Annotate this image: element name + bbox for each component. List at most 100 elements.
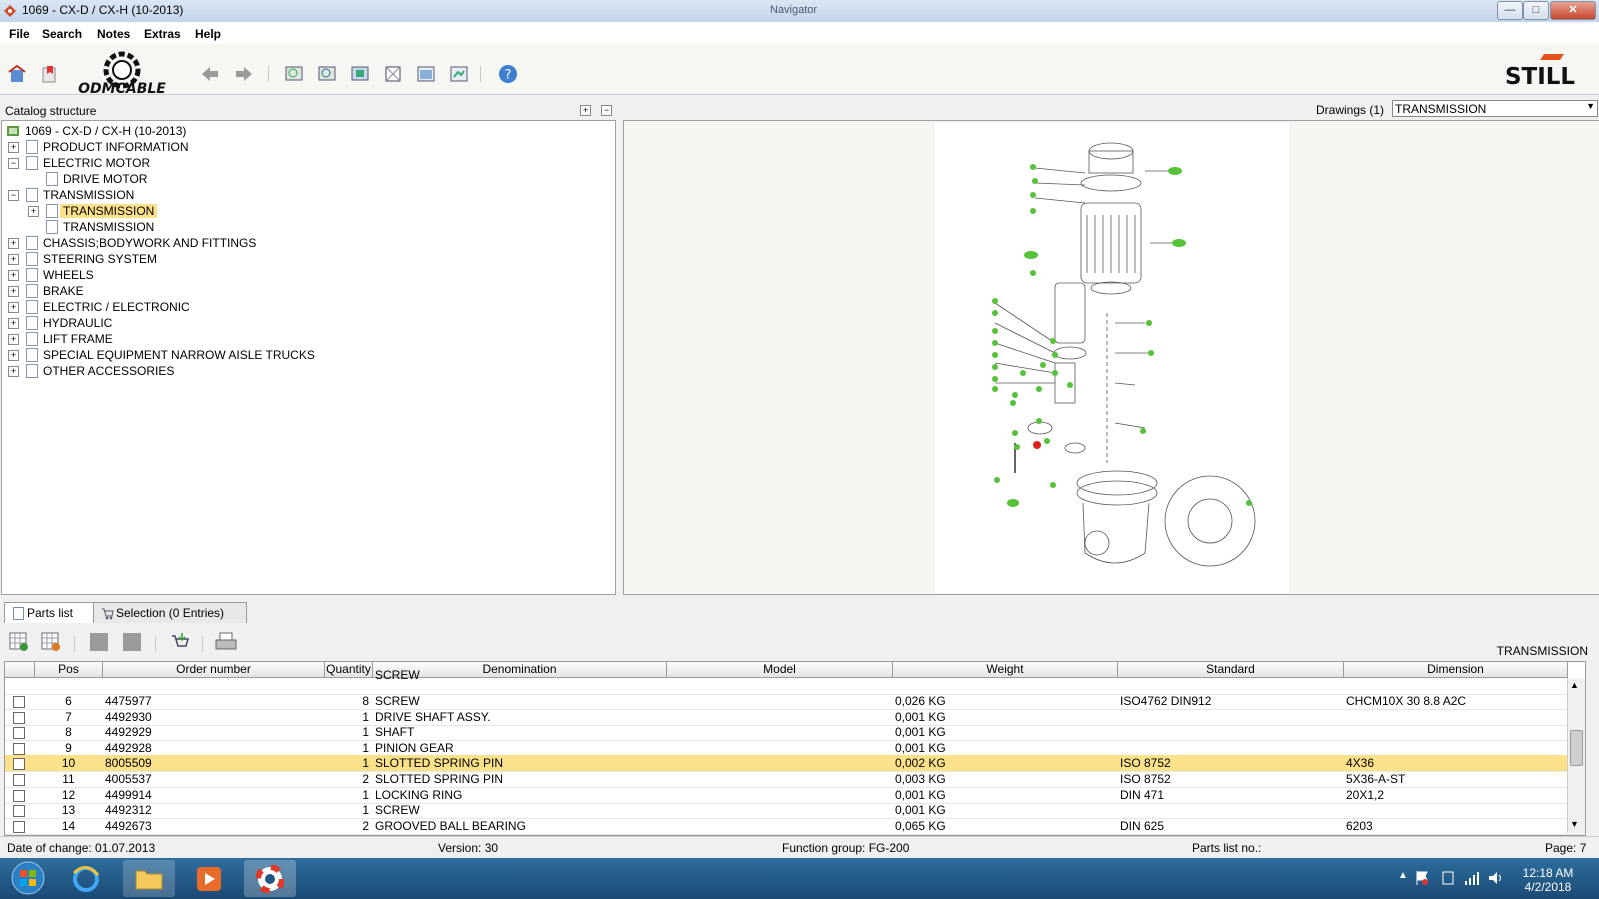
column-header-pos[interactable]: Pos <box>35 662 103 678</box>
menu-search[interactable]: Search <box>42 27 82 41</box>
column-header-select[interactable] <box>5 662 35 678</box>
drawing-viewer[interactable] <box>623 120 1599 595</box>
zoom-out-icon[interactable] <box>317 64 337 84</box>
app-icon <box>4 5 16 17</box>
status-date: Date of change: 01.07.2013 <box>7 841 156 855</box>
taskbar-media-player[interactable] <box>183 860 235 897</box>
exploded-view-drawing[interactable] <box>935 123 1289 593</box>
row-checkbox[interactable] <box>13 789 25 802</box>
taskbar-navigator-app[interactable] <box>244 860 296 897</box>
menu-notes[interactable]: Notes <box>97 27 130 41</box>
print-icon[interactable] <box>215 632 237 652</box>
odmcable-logo-text: ODMCABLE <box>78 81 166 96</box>
table-row[interactable]: 7 4492930 1 DRIVE SHAFT ASSY. 0,001 KG <box>5 709 1585 726</box>
row-checkbox[interactable] <box>13 758 25 771</box>
start-button-icon[interactable] <box>8 860 48 897</box>
collapse-all-button[interactable]: − <box>601 105 612 116</box>
grid-icon[interactable] <box>89 632 109 652</box>
internet-explorer-icon[interactable] <box>70 863 102 895</box>
expand-icon[interactable]: + <box>8 270 19 281</box>
table-row[interactable]: 6 4475977 8 SCREW 0,026 KG ISO4762 DIN912 CHCM… <box>5 693 1585 710</box>
column-header-dimension[interactable]: Dimension <box>1344 662 1568 678</box>
cell-pos: 6 <box>65 694 72 708</box>
column-header-order-number[interactable]: Order number <box>103 662 325 678</box>
row-checkbox[interactable] <box>13 742 25 755</box>
row-checkbox[interactable] <box>13 774 25 786</box>
add-row-icon[interactable] <box>9 632 29 652</box>
network-signal-icon[interactable] <box>1464 870 1480 886</box>
menu-help[interactable]: Help <box>195 27 221 41</box>
add-selection-icon[interactable] <box>41 632 61 652</box>
chevron-down-icon[interactable]: ▼ <box>1586 101 1595 111</box>
show-hidden-icons[interactable]: ▲ <box>1398 870 1408 881</box>
toolbar-separator <box>155 636 156 652</box>
table-row[interactable]: 11 4005537 2 SLOTTED SPRING PIN 0,003 KG ISO … <box>5 771 1585 788</box>
column-header-quantity[interactable]: Quantity <box>325 662 373 678</box>
tab-selection[interactable]: Selection (0 Entries) <box>93 602 247 623</box>
scroll-thumb[interactable] <box>1570 730 1583 766</box>
clock-time: 12:18 AM <box>1522 866 1574 880</box>
help-icon[interactable]: ? <box>498 64 518 84</box>
bookmark-icon[interactable] <box>39 64 59 84</box>
expand-icon[interactable]: + <box>8 366 19 377</box>
window-view-icon[interactable] <box>416 64 436 84</box>
table-row[interactable]: 13 4492312 1 SCREW 0,001 KG <box>5 802 1585 820</box>
cell-pos: 9 <box>65 740 72 755</box>
expand-icon[interactable]: + <box>8 318 19 329</box>
table-row[interactable]: 12 4499914 1 LOCKING RING 0,001 KG DIN 471 20X… <box>5 787 1585 804</box>
column-header-model[interactable]: Model <box>667 662 893 678</box>
table-row[interactable]: 14 4492673 2 GROOVED BALL BEARING 0,065 KG DI… <box>5 818 1585 835</box>
cell-std: DIN 625 <box>1120 818 1165 833</box>
home-icon[interactable] <box>7 64 27 84</box>
expand-icon[interactable]: + <box>28 206 39 217</box>
window-subtitle: Navigator <box>770 4 818 16</box>
table-row[interactable]: 9 4492928 1 PINION GEAR 0,001 KG <box>5 740 1585 757</box>
print-view-icon[interactable] <box>449 64 469 84</box>
system-clock[interactable]: 12:18 AM 4/2/2018 <box>1508 866 1588 894</box>
expand-all-button[interactable]: + <box>580 105 591 116</box>
menu-extras[interactable]: Extras <box>144 27 181 41</box>
action-center-flag-icon[interactable] <box>1414 870 1430 886</box>
row-checkbox[interactable] <box>13 696 25 708</box>
column-header-standard[interactable]: Standard <box>1118 662 1344 678</box>
cell-dim: 4X36 <box>1346 756 1375 771</box>
scroll-up-icon[interactable]: ▲ <box>1570 680 1579 690</box>
table-scrollbar[interactable]: ▲ ▼ <box>1567 678 1585 833</box>
menu-file[interactable]: File <box>9 27 30 41</box>
expand-icon[interactable]: + <box>8 302 19 313</box>
expand-icon[interactable]: + <box>8 238 19 249</box>
drawings-select[interactable]: TRANSMISSION ▼ <box>1392 100 1598 117</box>
expand-icon[interactable]: + <box>8 350 19 361</box>
scroll-down-icon[interactable]: ▼ <box>1570 819 1579 829</box>
cell-den: PINION GEAR <box>375 740 454 755</box>
expand-icon[interactable]: + <box>8 142 19 153</box>
collapse-icon[interactable]: − <box>8 190 19 201</box>
maximize-button[interactable]: □ <box>1523 1 1549 20</box>
table-row[interactable]: 8 4492929 1 SHAFT 0,001 KG <box>5 724 1585 742</box>
minimize-button[interactable]: — <box>1497 1 1523 20</box>
zoom-in-icon[interactable] <box>284 64 304 84</box>
row-checkbox[interactable] <box>13 727 25 740</box>
collapse-icon[interactable]: − <box>8 158 19 169</box>
column-header-weight[interactable]: Weight <box>893 662 1118 678</box>
grid-icon[interactable] <box>122 632 142 652</box>
cart-add-icon[interactable] <box>170 632 190 652</box>
expand-icon[interactable]: + <box>8 286 19 297</box>
back-icon[interactable] <box>200 64 220 84</box>
fit-image-icon[interactable] <box>350 64 370 84</box>
taskbar-explorer[interactable] <box>123 860 175 897</box>
row-checkbox[interactable] <box>13 805 25 818</box>
expand-icon[interactable]: + <box>8 334 19 345</box>
row-checkbox[interactable] <box>13 820 25 833</box>
tab-parts-list[interactable]: Parts list <box>4 602 98 623</box>
volume-icon[interactable] <box>1488 870 1504 886</box>
device-icon[interactable] <box>1440 870 1456 886</box>
table-row[interactable]: 10 8005509 1 SLOTTED SPRING PIN 0,002 KG ISO … <box>5 755 1585 773</box>
expand-icon[interactable]: + <box>8 254 19 265</box>
row-checkbox[interactable] <box>13 711 25 724</box>
forward-icon[interactable] <box>234 64 254 84</box>
fit-page-icon[interactable] <box>383 64 403 84</box>
cell-weight: 0,026 KG <box>895 694 946 708</box>
document-icon <box>26 252 38 266</box>
close-button[interactable]: ✕ <box>1550 1 1596 20</box>
